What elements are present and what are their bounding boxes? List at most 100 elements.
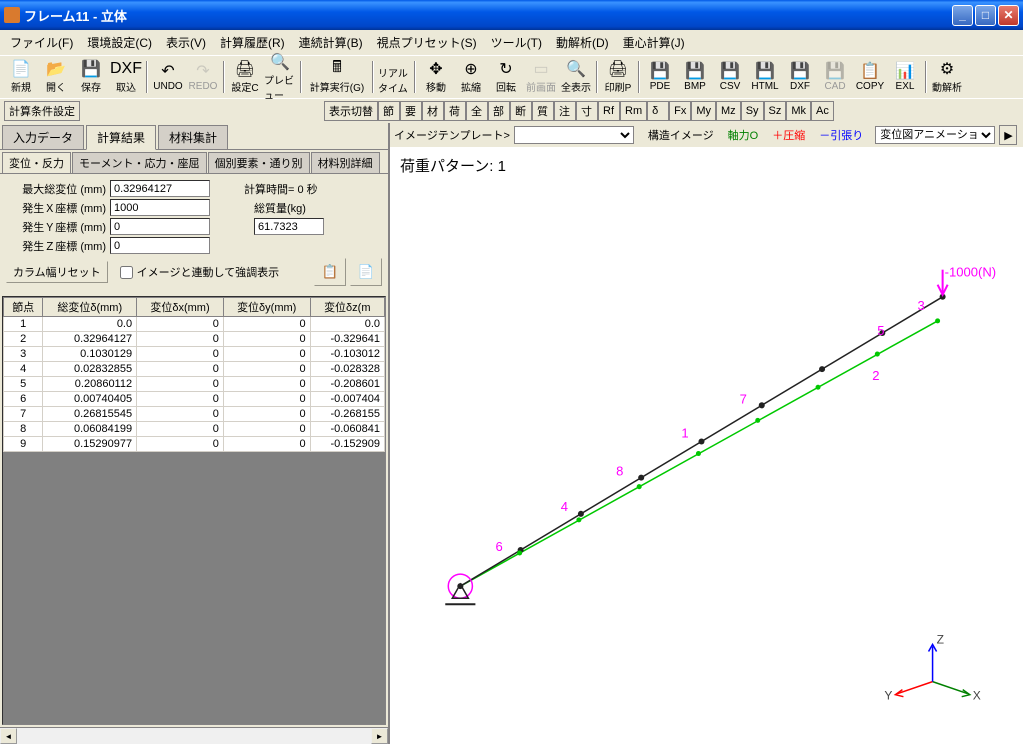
table-row[interactable]: 50.2086011200-0.208601	[4, 377, 385, 392]
display-toggle-Ac[interactable]: Ac	[811, 101, 834, 121]
max-disp-label: 最大総変位 (mm)	[6, 181, 106, 197]
table-header[interactable]: 総変位δ(mm)	[43, 298, 137, 317]
table-header[interactable]: 変位δz(m	[310, 298, 384, 317]
tab-材料集計[interactable]: 材料集計	[158, 125, 228, 149]
display-toggle-Mz[interactable]: Mz	[716, 101, 741, 121]
export-button-2[interactable]: 📄	[350, 258, 382, 286]
toolbar-保存[interactable]: 💾保存	[74, 58, 108, 96]
display-toggle-寸[interactable]: 寸	[576, 101, 598, 121]
table-row[interactable]: 20.3296412700-0.329641	[4, 332, 385, 347]
scroll-left-button[interactable]: ◄	[0, 728, 17, 744]
toolbar-全表示[interactable]: 🔍全表示	[559, 58, 593, 96]
toolbar-拡縮[interactable]: ⊕拡縮	[454, 58, 488, 96]
toolbar-リアルタイム[interactable]: リアルタイム	[377, 58, 411, 96]
canvas[interactable]: 荷重パターン: 1	[390, 147, 1023, 744]
toolbar-BMP[interactable]: 💾BMP	[678, 58, 712, 96]
menu-item[interactable]: 視点プリセット(S)	[371, 32, 483, 53]
menu-item[interactable]: ツール(T)	[485, 32, 548, 53]
display-toggle-材[interactable]: 材	[422, 101, 444, 121]
menu-item[interactable]: 重心計算(J)	[617, 32, 691, 53]
close-button[interactable]: ✕	[998, 5, 1019, 26]
toolbar-取込[interactable]: DXF取込	[109, 58, 143, 96]
toolbar-動解析[interactable]: ⚙動解析	[930, 58, 964, 96]
table-row[interactable]: 40.0283285500-0.028328	[4, 362, 385, 377]
animation-select[interactable]: 変位図アニメーション表示	[875, 126, 995, 144]
maximize-button[interactable]: □	[975, 5, 996, 26]
display-toggle-断[interactable]: 断	[510, 101, 532, 121]
display-toggle-Fx[interactable]: Fx	[669, 101, 691, 121]
display-toggle-要[interactable]: 要	[400, 101, 422, 121]
display-toggle-質[interactable]: 質	[532, 101, 554, 121]
toolbar-計算実行(G)[interactable]: 🖩計算実行(G)	[305, 58, 369, 96]
display-toggle-Mk[interactable]: Mk	[786, 101, 811, 121]
toolbar-移動[interactable]: ✥移動	[419, 58, 453, 96]
play-button[interactable]: ▶	[999, 125, 1017, 145]
menu-item[interactable]: 動解析(D)	[550, 32, 615, 53]
y-coord-label: 発生Ｙ座標 (mm)	[6, 219, 106, 235]
left-panel: 入力データ計算結果材料集計 変位・反力モーメント・応力・座屈個別要素・通り別材料…	[0, 123, 390, 744]
DXF-icon: 💾	[790, 62, 810, 80]
display-toggle-δ[interactable]: δ	[647, 101, 669, 121]
display-toggle-My[interactable]: My	[691, 101, 716, 121]
toolbar-印刷P[interactable]: 🖨印刷P	[601, 58, 635, 96]
table-header[interactable]: 変位δx(mm)	[137, 298, 224, 317]
table-header[interactable]: 変位δy(mm)	[223, 298, 310, 317]
display-toggle-全[interactable]: 全	[466, 101, 488, 121]
toolbar-PDE[interactable]: 💾PDE	[643, 58, 677, 96]
table-row[interactable]: 70.2681554500-0.268155	[4, 407, 385, 422]
sync-checkbox[interactable]	[120, 266, 133, 279]
toolbar-COPY[interactable]: 📋COPY	[853, 58, 887, 96]
display-toggle-部[interactable]: 部	[488, 101, 510, 121]
template-select[interactable]	[514, 126, 634, 144]
table-header[interactable]: 節点	[4, 298, 43, 317]
display-toggle-Rm[interactable]: Rm	[620, 101, 647, 121]
display-toggle-荷[interactable]: 荷	[444, 101, 466, 121]
y-coord-value[interactable]	[110, 218, 210, 235]
calc-settings-button[interactable]: 計算条件設定	[4, 101, 80, 121]
toolbar-プレビュー[interactable]: 🔍プレビュー	[263, 58, 297, 96]
subtab-モーメント・応力・座屈[interactable]: モーメント・応力・座屈	[72, 152, 207, 173]
menu-item[interactable]: 環境設定(C)	[81, 32, 158, 53]
display-toggle-Rf[interactable]: Rf	[598, 101, 620, 121]
subtab-個別要素・通り別[interactable]: 個別要素・通り別	[208, 152, 310, 173]
toolbar-CSV[interactable]: 💾CSV	[713, 58, 747, 96]
table-row[interactable]: 90.1529097700-0.152909	[4, 437, 385, 452]
display-toggle-Sy[interactable]: Sy	[741, 101, 764, 121]
display-toggle-節[interactable]: 節	[378, 101, 400, 121]
z-coord-value[interactable]	[110, 237, 210, 254]
toolbar-回転[interactable]: ↻回転	[489, 58, 523, 96]
menu-item[interactable]: 計算履歴(R)	[214, 32, 291, 53]
toolbar-開く[interactable]: 📂開く	[39, 58, 73, 96]
export-button-1[interactable]: 📋	[314, 258, 346, 286]
menu-item[interactable]: ファイル(F)	[4, 32, 79, 53]
tab-計算結果[interactable]: 計算結果	[86, 125, 156, 150]
display-toggle-注[interactable]: 注	[554, 101, 576, 121]
max-disp-value[interactable]	[110, 180, 210, 197]
table-row[interactable]: 30.103012900-0.103012	[4, 347, 385, 362]
menu-item[interactable]: 表示(V)	[160, 32, 212, 53]
table-row[interactable]: 60.0074040500-0.007404	[4, 392, 385, 407]
scroll-right-button[interactable]: ►	[371, 728, 388, 744]
menu-item[interactable]: 連続計算(B)	[293, 32, 369, 53]
toolbar-新規[interactable]: 📄新規	[4, 58, 38, 96]
COPY-icon: 📋	[860, 62, 880, 80]
subtab-変位・反力[interactable]: 変位・反力	[2, 152, 71, 173]
subtab-材料別詳細[interactable]: 材料別詳細	[311, 152, 380, 173]
x-coord-value[interactable]	[110, 199, 210, 216]
toolbar-DXF[interactable]: 💾DXF	[783, 58, 817, 96]
BMP-icon: 💾	[685, 62, 705, 80]
display-toggle-表示切替[interactable]: 表示切替	[324, 101, 378, 121]
toolbar-EXL[interactable]: 📊EXL	[888, 58, 922, 96]
toolbar-UNDO[interactable]: ↶UNDO	[151, 58, 185, 96]
minimize-button[interactable]: _	[952, 5, 973, 26]
results-table-container[interactable]: 節点総変位δ(mm)変位δx(mm)変位δy(mm)変位δz(m10.0000.…	[2, 296, 386, 725]
display-toggle-Sz[interactable]: Sz	[764, 101, 787, 121]
mass-value[interactable]	[254, 218, 324, 235]
column-reset-button[interactable]: カラム幅リセット	[6, 261, 108, 283]
tab-入力データ[interactable]: 入力データ	[2, 125, 84, 149]
table-row[interactable]: 80.0608419900-0.060841	[4, 422, 385, 437]
h-scrollbar[interactable]: ◄ ►	[0, 727, 388, 744]
table-row[interactable]: 10.0000.0	[4, 317, 385, 332]
toolbar-設定C[interactable]: 🖨設定C	[228, 58, 262, 96]
toolbar-HTML[interactable]: 💾HTML	[748, 58, 782, 96]
